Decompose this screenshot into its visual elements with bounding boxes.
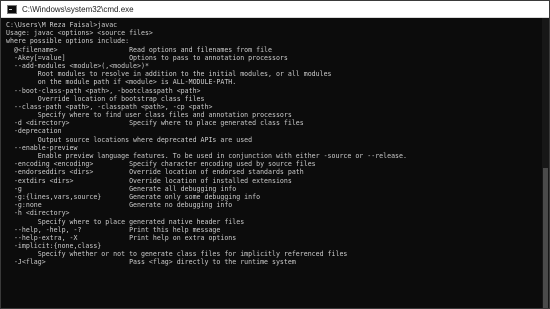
console-output[interactable]: C:\Users\M Reza Faisal>javac Usage: javac… — [6, 21, 541, 308]
vertical-scrollbar[interactable] — [542, 18, 549, 308]
console-line: Root modules to resolve in addition to t… — [6, 70, 332, 79]
console-line: C:\Users\M Reza Faisal>javac — [6, 21, 118, 29]
console-line: --add-modules <module>(,<module>)* — [6, 61, 149, 70]
console-line: -deprecation — [6, 127, 62, 136]
console-line: Enable preview language features. To be … — [6, 152, 407, 160]
console-line: -endorseddirs <dirs> Override location o… — [6, 168, 304, 177]
console-line: Override location of bootstrap class fil… — [6, 94, 205, 103]
title-bar[interactable]: C:\Windows\system32\cmd.exe — [1, 1, 549, 18]
console-line: Specify where to place generated native … — [6, 217, 245, 226]
console-line: Specify whether or not to generate class… — [6, 250, 348, 259]
console-line: --help-extra, -X Print help on extra opt… — [6, 233, 237, 242]
scrollbar-thumb[interactable] — [543, 168, 548, 308]
console-line: Output source locations where deprecated… — [6, 135, 253, 144]
console-line: @<filename> Read options and filenames f… — [6, 45, 272, 54]
console-line: -J<flag> Pass <flag> directly to the run… — [6, 258, 296, 267]
console-line: -g:none Generate no debugging info — [6, 201, 233, 210]
console-line: -g:{lines,vars,source} Generate only som… — [6, 192, 261, 201]
console-line: --help, -help, -? Print this help messag… — [6, 225, 221, 234]
console-line: -d <directory> Specify where to place ge… — [6, 119, 304, 128]
console-line: --class-path <path>, -classpath <path>, … — [6, 102, 213, 111]
console-line: -g Generate all debugging info — [6, 184, 237, 193]
console-line: on the module path if <module> is ALL-MO… — [6, 78, 237, 87]
console-line: --boot-class-path <path>, -bootclasspath… — [6, 86, 201, 95]
console-line: -h <directory> — [6, 209, 70, 218]
console-line: Specify where to find user class files a… — [6, 111, 292, 120]
console-line: -implicit:{none,class} — [6, 242, 102, 251]
cmd-app-icon — [7, 4, 17, 14]
cmd-window: C:\Windows\system32\cmd.exe C:\Users\M R… — [0, 0, 550, 309]
console-line: where possible options include: — [6, 37, 130, 46]
console-line: -encoding <encoding> Specify character e… — [6, 160, 316, 169]
console-line: -Akey[=value] Options to pass to annotat… — [6, 53, 288, 62]
console-line: --enable-preview — [6, 143, 78, 152]
window-title: C:\Windows\system32\cmd.exe — [22, 4, 134, 14]
console-line: Usage: javac <options> <source files> — [6, 29, 153, 38]
console-line: -extdirs <dirs> Override location of ins… — [6, 176, 292, 185]
